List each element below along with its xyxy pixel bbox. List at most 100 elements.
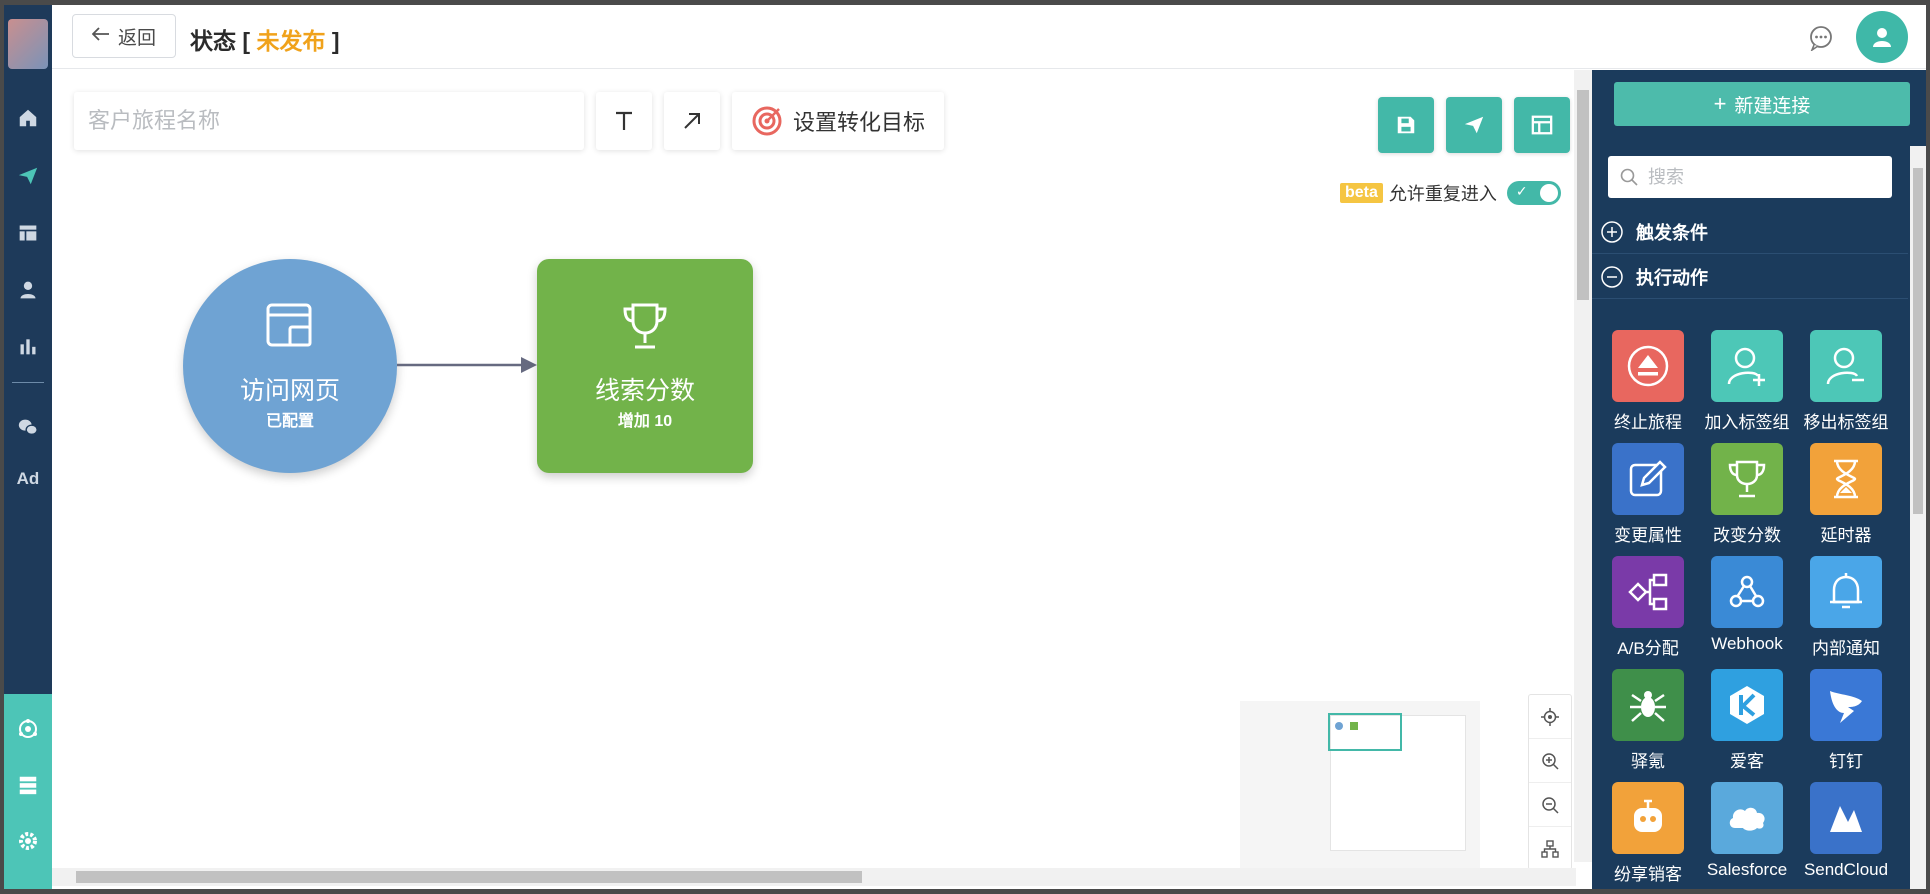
zoom-out-icon bbox=[1542, 796, 1559, 814]
layout-button[interactable] bbox=[1514, 97, 1570, 153]
action-label: 变更属性 bbox=[1614, 526, 1682, 545]
spider-icon bbox=[1612, 669, 1684, 741]
action-remove-tag-group[interactable]: 移出标签组 bbox=[1796, 330, 1896, 433]
scroll-thumb[interactable] bbox=[1913, 168, 1923, 514]
publish-status: 状态 [ 未发布 ] bbox=[190, 22, 340, 56]
canvas-horizontal-scrollbar[interactable] bbox=[52, 868, 1576, 886]
expand-plus-icon bbox=[1601, 220, 1623, 243]
action-node-lead-score[interactable]: 线索分数 增加 10 bbox=[537, 259, 753, 473]
scroll-thumb[interactable] bbox=[1577, 90, 1589, 300]
set-goal-label: 设置转化目标 bbox=[792, 110, 925, 135]
action-change-score[interactable]: 改变分数 bbox=[1697, 443, 1797, 546]
zoom-in-button[interactable] bbox=[1529, 739, 1571, 783]
split-icon bbox=[1612, 556, 1684, 628]
action-label: Webhook bbox=[1711, 634, 1783, 653]
action-label: 加入标签组 bbox=[1704, 413, 1790, 432]
action-fxiaoke[interactable]: 纷享销客 bbox=[1598, 782, 1698, 885]
action-sendcloud[interactable]: SendCloud bbox=[1796, 782, 1896, 880]
left-nav: Ad bbox=[4, 5, 52, 889]
journey-name-input[interactable] bbox=[74, 92, 584, 150]
action-dingtalk[interactable]: 钉钉 bbox=[1796, 669, 1896, 772]
trigger-node-visit-page[interactable]: 访问网页 已配置 bbox=[183, 259, 397, 473]
set-goal-button[interactable]: 设置转化目标 bbox=[732, 92, 944, 150]
check-icon: ✓ bbox=[1515, 183, 1528, 199]
action-delay-timer[interactable]: 延时器 bbox=[1796, 443, 1896, 546]
publish-button[interactable] bbox=[1446, 97, 1502, 153]
minimap-viewport[interactable] bbox=[1328, 713, 1402, 751]
journey-icon[interactable] bbox=[14, 715, 42, 743]
minimap-nodes bbox=[1335, 722, 1358, 730]
ad-nav-item[interactable]: Ad bbox=[14, 469, 42, 489]
section-trigger-conditions[interactable]: 触发条件 bbox=[1592, 210, 1908, 254]
minimap[interactable] bbox=[1240, 701, 1480, 869]
canvas-vertical-scrollbar[interactable] bbox=[1574, 70, 1592, 862]
user-icon[interactable] bbox=[14, 276, 42, 304]
zoom-out-button[interactable] bbox=[1529, 783, 1571, 827]
locate-button[interactable] bbox=[1529, 695, 1571, 739]
wechat-icon[interactable] bbox=[14, 413, 42, 441]
sitemap-button[interactable] bbox=[1529, 827, 1571, 871]
action-webhook[interactable]: Webhook bbox=[1697, 556, 1797, 654]
send-icon bbox=[1464, 116, 1484, 134]
robot-icon bbox=[1612, 782, 1684, 854]
component-search[interactable] bbox=[1608, 156, 1892, 198]
bar-chart-icon[interactable] bbox=[14, 332, 42, 360]
server-icon[interactable] bbox=[14, 771, 42, 799]
status-value: 未发布 bbox=[256, 28, 326, 54]
action-label: 纷享销客 bbox=[1614, 865, 1682, 884]
user-avatar-icon bbox=[1873, 28, 1891, 47]
app-logo bbox=[8, 19, 48, 69]
scroll-thumb[interactable] bbox=[76, 871, 862, 883]
layout-icon bbox=[1531, 115, 1553, 135]
repeat-entry-row: beta 允许重复进入 ✓ bbox=[1340, 180, 1561, 206]
action-label: 移出标签组 bbox=[1803, 413, 1889, 432]
node-subtitle: 增加 10 bbox=[617, 413, 673, 430]
action-add-tag-group[interactable]: 加入标签组 bbox=[1697, 330, 1797, 433]
top-bar: 返回 状态 [ 未发布 ] bbox=[52, 5, 1926, 69]
beta-badge: beta bbox=[1340, 183, 1383, 203]
home-icon[interactable] bbox=[14, 104, 42, 132]
k-icon bbox=[1711, 669, 1783, 741]
node-subtitle: 已配置 bbox=[265, 413, 314, 430]
gear-icon[interactable] bbox=[14, 827, 42, 855]
action-salesforce[interactable]: Salesforce bbox=[1697, 782, 1797, 880]
cloud-icon bbox=[1711, 782, 1783, 854]
action-label: 钉钉 bbox=[1829, 752, 1863, 771]
action-aike[interactable]: 爱客 bbox=[1697, 669, 1797, 772]
send-icon[interactable] bbox=[14, 162, 42, 190]
search-input[interactable] bbox=[1648, 166, 1868, 188]
hourglass-icon bbox=[1810, 443, 1882, 515]
save-button[interactable] bbox=[1378, 97, 1434, 153]
search-icon bbox=[1620, 168, 1638, 186]
text-tool-button[interactable] bbox=[596, 92, 652, 150]
action-end-journey[interactable]: 终止旅程 bbox=[1598, 330, 1698, 433]
layout-icon[interactable] bbox=[14, 219, 42, 247]
app-window: Ad 返回 状态 [ 未发布 ] 客户旅程名称 设置转化目标 beta 允许重复… bbox=[4, 5, 1926, 889]
action-label: 终止旅程 bbox=[1614, 413, 1682, 432]
avatar[interactable] bbox=[1856, 11, 1908, 63]
action-change-attribute[interactable]: 变更属性 bbox=[1598, 443, 1698, 546]
save-icon bbox=[1397, 116, 1415, 134]
journey-canvas[interactable]: 设置转化目标 beta 允许重复进入 ✓ 访问网页 已配置 线索分数 增加 10 bbox=[52, 70, 1592, 889]
connection-arrow[interactable] bbox=[397, 352, 537, 378]
eject-icon bbox=[1612, 330, 1684, 402]
new-connection-button[interactable]: + 新建连接 bbox=[1614, 82, 1910, 126]
panel-scrollbar[interactable] bbox=[1910, 146, 1926, 889]
arrow-tool-button[interactable] bbox=[664, 92, 720, 150]
action-internal-notification[interactable]: 内部通知 bbox=[1796, 556, 1896, 659]
action-label: A/B分配 bbox=[1617, 639, 1679, 658]
back-button[interactable]: 返回 bbox=[72, 14, 176, 58]
section-label: 触发条件 bbox=[1636, 222, 1708, 243]
action-ab-split[interactable]: A/B分配 bbox=[1598, 556, 1698, 659]
chat-bubble-icon[interactable] bbox=[1808, 25, 1834, 53]
section-actions[interactable]: 执行动作 bbox=[1592, 255, 1908, 299]
text-icon bbox=[616, 111, 632, 130]
sendcloud-icon bbox=[1810, 782, 1882, 854]
collapse-minus-icon bbox=[1601, 265, 1623, 288]
toggle-knob bbox=[1539, 184, 1558, 202]
nav-divider bbox=[12, 382, 44, 383]
action-yike[interactable]: 驿氪 bbox=[1598, 669, 1698, 772]
repeat-entry-toggle[interactable]: ✓ bbox=[1506, 181, 1561, 205]
action-label: 驿氪 bbox=[1631, 752, 1665, 771]
action-label: 爱客 bbox=[1730, 752, 1764, 771]
